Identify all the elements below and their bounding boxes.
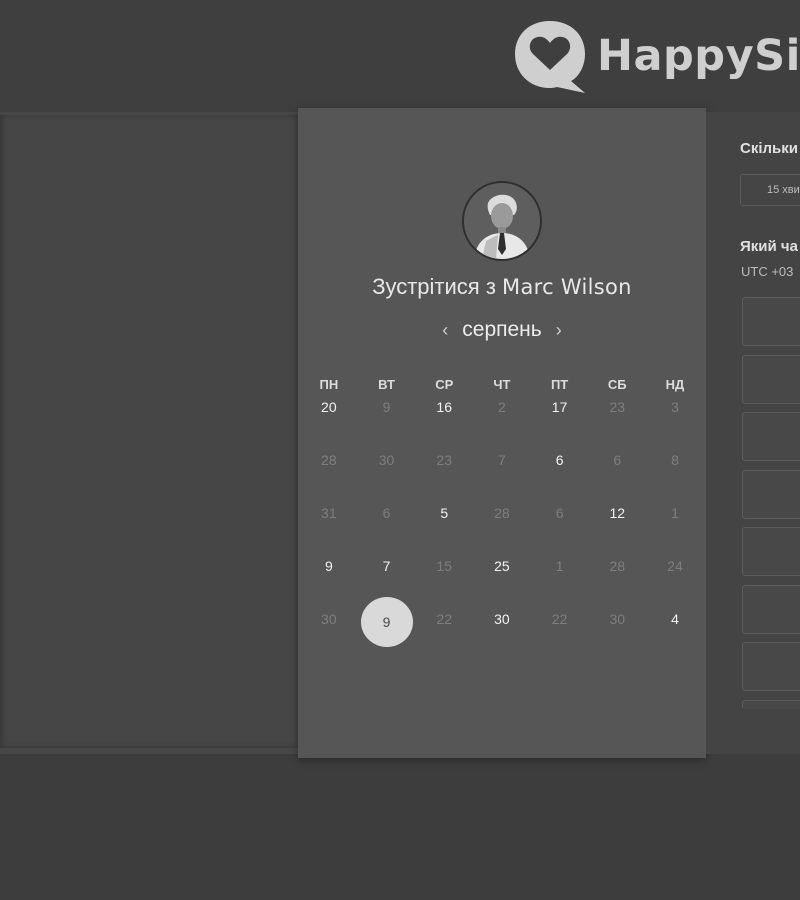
user-avatar-icon	[464, 183, 540, 259]
chevron-right-icon[interactable]: ›	[542, 320, 576, 341]
calendar-day: 1	[671, 505, 679, 521]
time-slot-button[interactable]	[742, 700, 800, 709]
meeting-title-prefix: Зустрітися з	[372, 274, 496, 299]
calendar-day: 28	[494, 505, 510, 521]
calendar-day: 1	[555, 558, 564, 574]
scheduler-card: Зустрітися з Marc Wilson ‹ серпень › ПН В…	[298, 108, 706, 758]
weekday-header: СБ	[607, 377, 627, 392]
calendar-day: 22	[551, 611, 568, 627]
calendar-day[interactable]: 16	[415, 396, 473, 449]
calendar-day: 9	[382, 399, 391, 415]
calendar-day[interactable]: 20	[300, 396, 358, 449]
calendar-day: 24	[667, 558, 683, 574]
chevron-left-icon[interactable]: ‹	[428, 320, 462, 341]
selected-day[interactable]: 9	[358, 597, 416, 661]
weekday-header: ПН	[319, 377, 339, 392]
heart-speech-bubble-icon	[515, 21, 585, 93]
calendar-day[interactable]: 4	[646, 608, 704, 661]
calendar-day: 6	[382, 505, 391, 521]
time-slot-button[interactable]	[742, 412, 800, 461]
calendar-day: 23	[436, 452, 452, 468]
time-question: Який ча	[740, 238, 798, 255]
calendar-day: 30	[609, 611, 626, 627]
calendar-day: 8	[671, 452, 679, 468]
selected-day-label: 9	[360, 597, 413, 647]
timezone-label: UTC +03	[741, 264, 794, 279]
weekday-header: ПТ	[550, 377, 569, 392]
calendar-day: 7	[498, 452, 506, 468]
weekday-header: НД	[665, 377, 685, 392]
duration-question: Скільки	[740, 140, 798, 157]
calendar-day: 28	[321, 452, 337, 468]
top-header: HappySig	[0, 0, 800, 112]
calendar-day: 30	[378, 452, 395, 468]
month-navigation: ‹ серпень ›	[298, 318, 706, 342]
time-slot-button[interactable]	[742, 585, 800, 634]
weekday-header: ВТ	[378, 377, 395, 392]
host-avatar	[462, 181, 542, 261]
time-slot-button[interactable]	[742, 527, 800, 576]
brand-name: HappySig	[597, 31, 800, 81]
weekday-header: ЧТ	[493, 377, 511, 392]
calendar-day[interactable]: 25	[473, 555, 531, 608]
time-slot-button[interactable]	[742, 642, 800, 691]
calendar-day: 23	[609, 399, 626, 415]
time-slot-button[interactable]	[742, 297, 800, 346]
meeting-title: Зустрітися з Marc Wilson	[298, 274, 706, 300]
calendar-day: 15	[436, 558, 452, 574]
calendar-day: 28	[609, 558, 626, 574]
weekday-header: СР	[435, 377, 454, 392]
time-slot-button[interactable]	[742, 355, 800, 404]
calendar-day: 3	[671, 399, 679, 415]
calendar-day: 22	[436, 611, 452, 627]
calendar-day[interactable]: 9	[300, 555, 358, 608]
calendar-day[interactable]: 6	[531, 449, 589, 502]
left-panel	[0, 115, 298, 748]
calendar-day: 2	[498, 399, 506, 415]
calendar-day: 6	[555, 505, 564, 521]
calendar-grid: ПН ВТ СР ЧТ ПТ СБ НД 20 9 16 2 17 23 3 28 30 23 7 6 6 8 31 6 5…	[300, 374, 704, 661]
duration-select[interactable]: 15 хви	[740, 174, 800, 206]
calendar-day[interactable]: 5	[415, 502, 473, 555]
calendar-day[interactable]: 12	[588, 502, 646, 555]
calendar-day: 6	[613, 452, 622, 468]
brand-logo[interactable]: HappySig	[513, 16, 800, 96]
footer-area	[0, 754, 800, 900]
calendar-day: 31	[321, 505, 337, 521]
calendar-day[interactable]: 30	[473, 608, 531, 661]
time-slot-button[interactable]	[742, 470, 800, 519]
current-month: серпень	[462, 318, 542, 341]
calendar-day[interactable]: 17	[531, 396, 589, 449]
calendar-day: 30	[321, 611, 337, 627]
host-name: Marc Wilson	[502, 275, 632, 299]
